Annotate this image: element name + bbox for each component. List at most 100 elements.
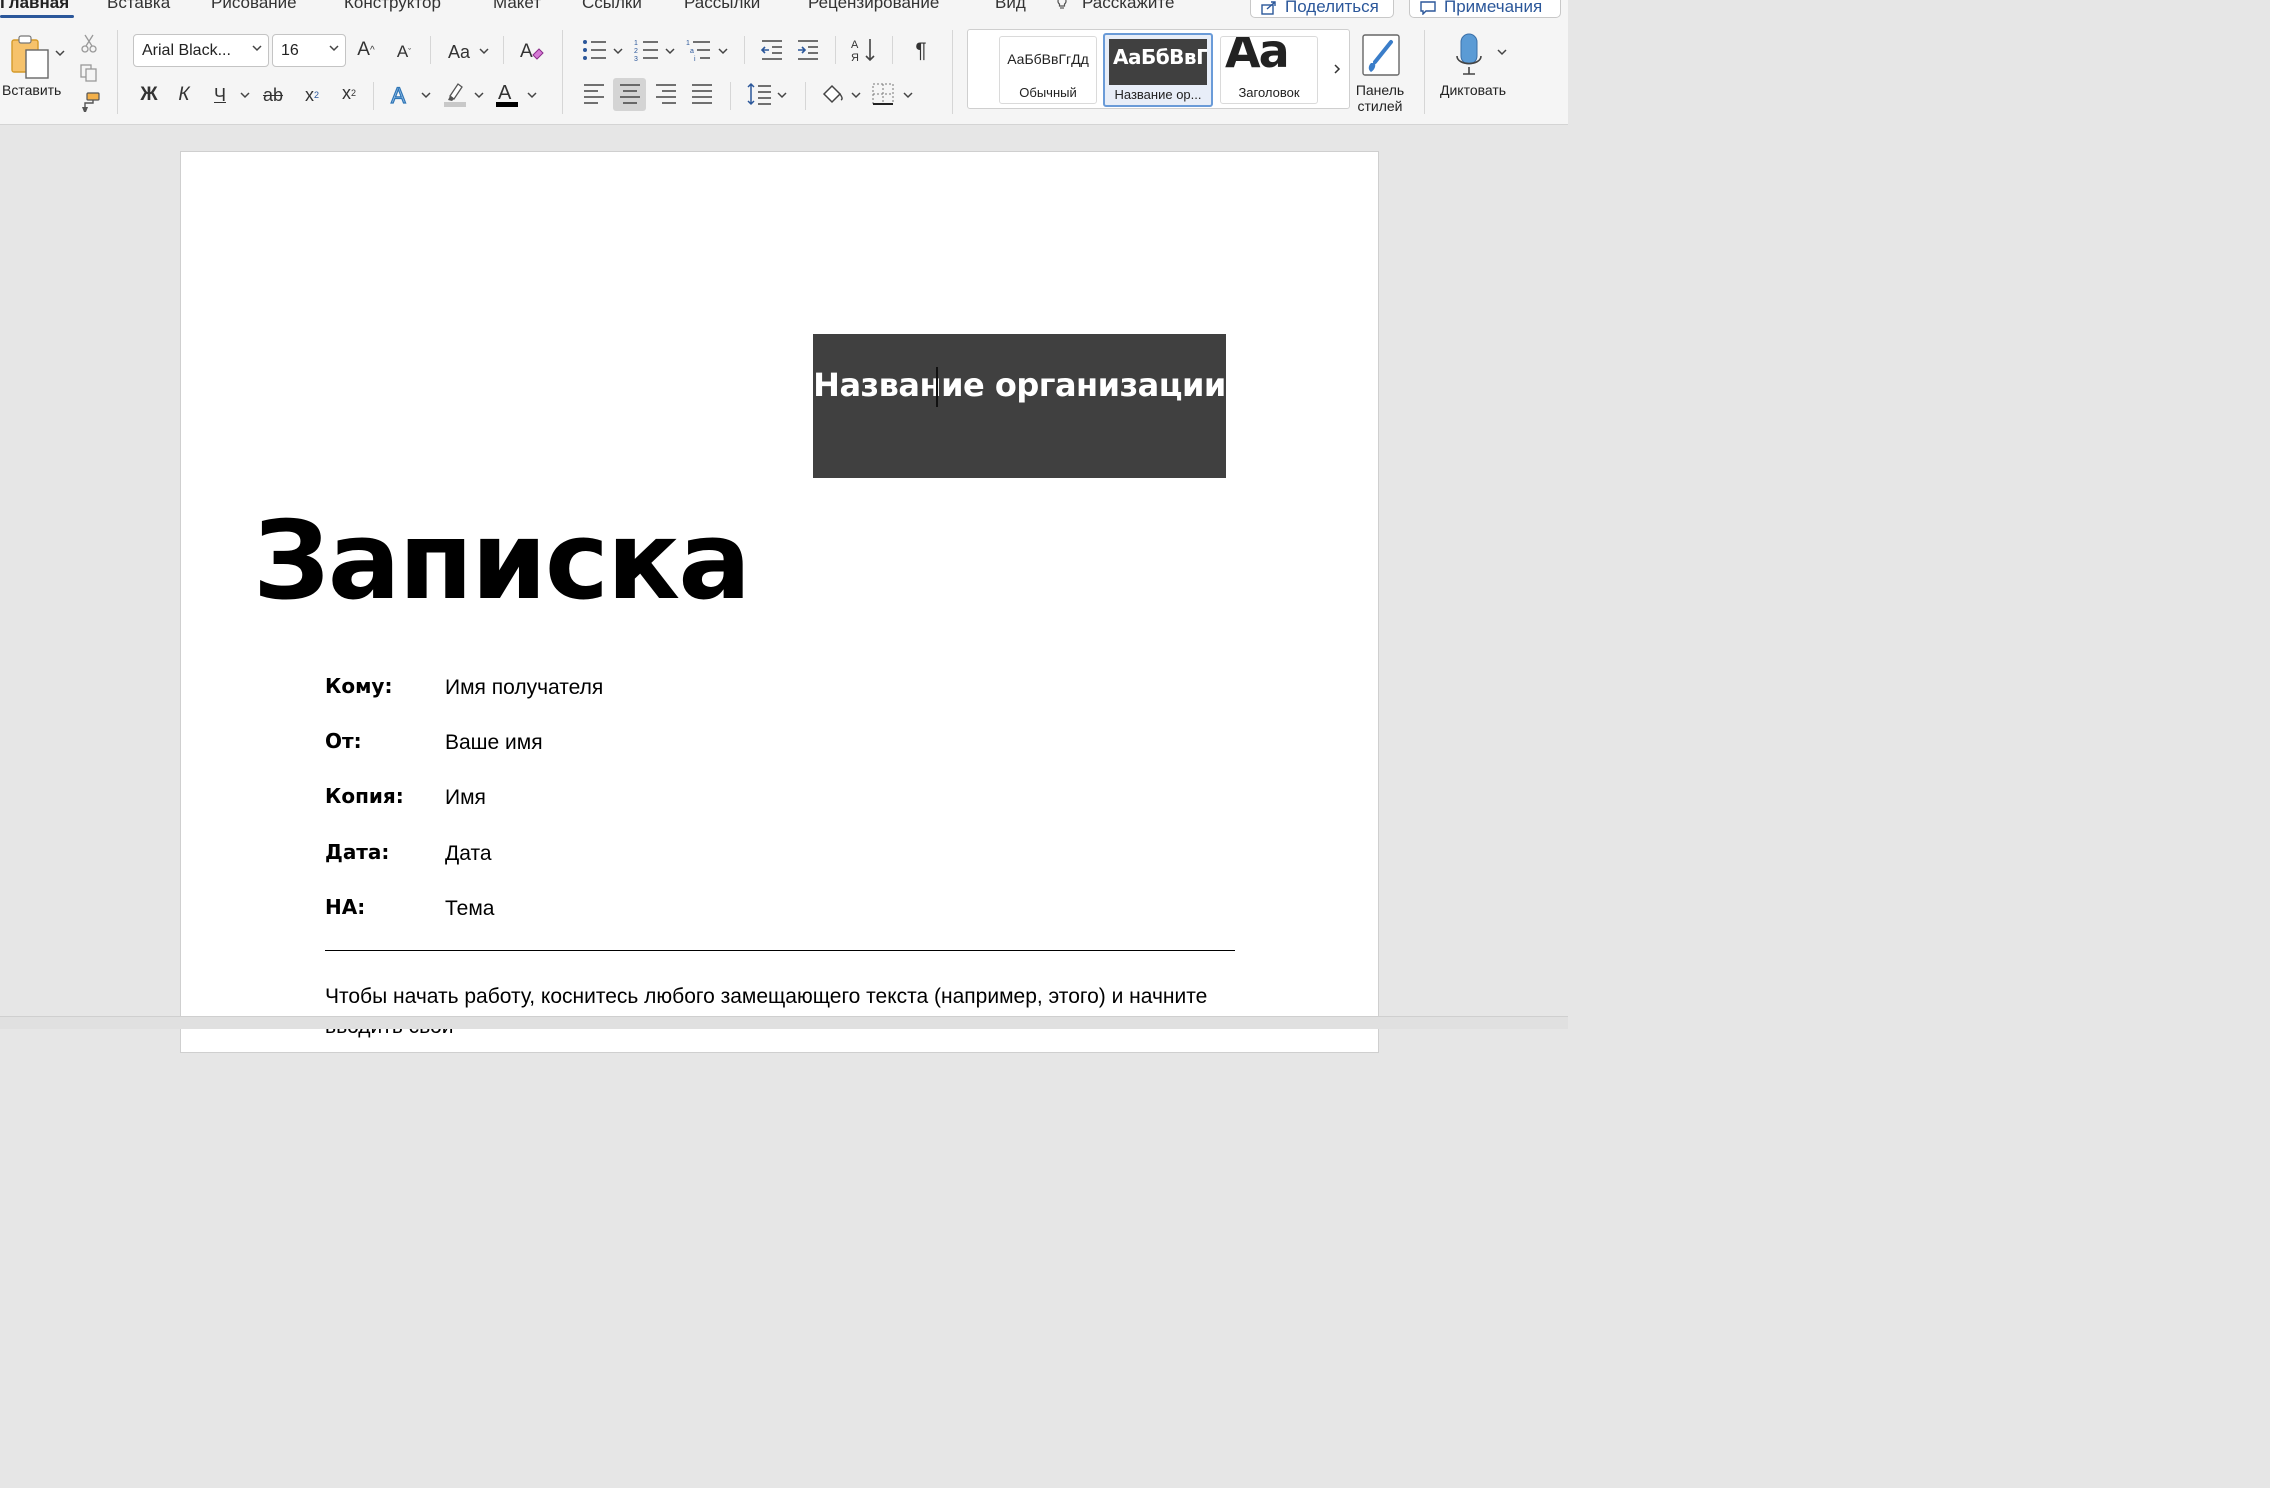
tab-review[interactable]: Рецензирование [808,0,939,13]
dictate-button[interactable]: Диктовать [1438,30,1520,100]
document-page[interactable]: Название организации Записка Кому: Имя п… [180,151,1379,1053]
paste-button[interactable] [6,34,66,84]
share-button[interactable]: Поделиться [1250,0,1394,18]
numbering-icon[interactable]: 1 2 3 [634,38,660,62]
style-heading[interactable]: Аа Заголовок [1220,36,1318,104]
change-case-label: Aa [447,41,471,62]
font-size-value: 16 [281,42,299,59]
tab-view[interactable]: Вид [995,0,1026,13]
shading-dropdown-icon[interactable] [851,92,861,99]
italic-label: К [178,84,190,105]
separator [730,82,731,110]
subscript-button[interactable]: x2 [300,82,324,108]
paste-dropdown-icon[interactable] [55,50,65,57]
grow-font-icon[interactable]: A ^ [354,38,378,62]
highlight-color-icon[interactable] [442,80,468,108]
increase-indent-icon[interactable] [796,39,820,61]
bold-button[interactable]: Ж [137,82,161,108]
borders-dropdown-icon[interactable] [903,92,913,99]
shading-icon[interactable] [820,82,846,106]
field-value-subject[interactable]: Тема [445,897,494,921]
multilevel-dropdown-icon[interactable] [718,48,728,55]
lightbulb-icon [1057,0,1067,9]
separator [892,36,893,64]
align-right-icon[interactable] [654,83,678,105]
change-case-button[interactable]: Aa [444,40,474,64]
document-title[interactable]: Записка [253,502,751,622]
change-case-dropdown-icon[interactable] [479,48,489,55]
subscript-label: x [304,84,314,105]
align-left-icon[interactable] [582,83,606,105]
dictate-label: Диктовать [1440,82,1507,98]
superscript-button[interactable]: x2 [337,80,361,106]
comments-label: Примечания [1444,0,1543,16]
align-center-icon [620,84,640,104]
tab-tell-me[interactable]: Расскажите [1082,0,1174,13]
tab-home[interactable]: Главная [0,0,69,13]
show-formatting-marks-button[interactable]: ¶ [908,38,934,64]
font-color-icon[interactable]: A [494,80,520,108]
style-normal[interactable]: АаБбВвГгДд Обычный [999,36,1097,104]
status-bar [0,1016,1568,1029]
shrink-font-icon[interactable]: Aˇ [392,40,416,64]
tab-design[interactable]: Конструктор [344,0,441,13]
copy-icon[interactable] [79,63,99,83]
align-center-button[interactable] [613,78,646,111]
clear-formatting-icon[interactable]: A [519,39,545,63]
borders-icon[interactable] [872,83,894,105]
field-label-subject: НА: [325,895,366,919]
comment-icon [1420,1,1436,15]
format-painter-icon[interactable] [79,91,101,113]
field-value-to[interactable]: Имя получателя [445,676,603,700]
multilevel-list-icon[interactable]: 1 a i [686,38,712,62]
tab-mailings[interactable]: Рассылки [684,0,760,13]
chevron-down-icon [252,45,262,52]
organization-name[interactable]: Название организации [813,361,1226,409]
clipboard-icon [11,35,49,79]
numbering-dropdown-icon[interactable] [665,48,675,55]
italic-button[interactable]: К [172,82,196,108]
underline-label: Ч [214,84,226,105]
field-value-date[interactable]: Дата [445,842,492,866]
sort-icon[interactable]: А Я [850,37,878,63]
bullets-icon[interactable] [582,38,608,62]
styles-pane-button[interactable]: Панель стилей [1353,30,1409,116]
cut-icon[interactable] [80,33,98,53]
chevron-right-icon[interactable] [1333,63,1341,75]
underline-button[interactable]: Ч [208,82,232,108]
tab-references[interactable]: Ссылки [582,0,642,13]
text-effects-icon[interactable]: A [389,82,415,108]
justify-icon[interactable] [690,83,714,105]
highlight-dropdown-icon[interactable] [474,92,484,99]
text-effects-dropdown-icon[interactable] [421,92,431,99]
separator [430,36,431,64]
tab-layout[interactable]: Макет [493,0,541,13]
tab-insert[interactable]: Вставка [107,0,170,13]
comments-button[interactable]: Примечания [1409,0,1561,18]
bullets-dropdown-icon[interactable] [613,48,623,55]
separator [117,30,118,114]
separator [835,36,836,64]
underline-dropdown-icon[interactable] [240,92,250,99]
dictate-dropdown-icon[interactable] [1497,49,1507,56]
separator [503,36,504,64]
font-name-select[interactable]: Arial Black... [133,34,269,67]
style-organization-name[interactable]: АаБбВвГ Название ор... [1103,33,1213,107]
microphone-icon [1456,33,1482,75]
tab-draw[interactable]: Рисование [211,0,297,13]
body-placeholder-text[interactable]: Чтобы начать работу, коснитесь любого за… [325,982,1225,1042]
strikethrough-button[interactable]: ab [259,82,287,108]
bold-label: Ж [140,84,158,105]
field-value-from[interactable]: Ваше имя [445,731,543,755]
font-color-dropdown-icon[interactable] [527,92,537,99]
line-spacing-dropdown-icon[interactable] [777,92,787,99]
active-tab-indicator [0,15,74,18]
svg-text:3: 3 [634,56,638,62]
share-icon [1261,1,1276,15]
paste-label: Вставить [2,82,62,98]
organization-name-box[interactable]: Название организации [813,334,1226,478]
font-size-select[interactable]: 16 [272,34,346,67]
line-spacing-icon[interactable] [746,82,772,106]
decrease-indent-icon[interactable] [760,39,784,61]
field-value-cc[interactable]: Имя [445,786,486,810]
